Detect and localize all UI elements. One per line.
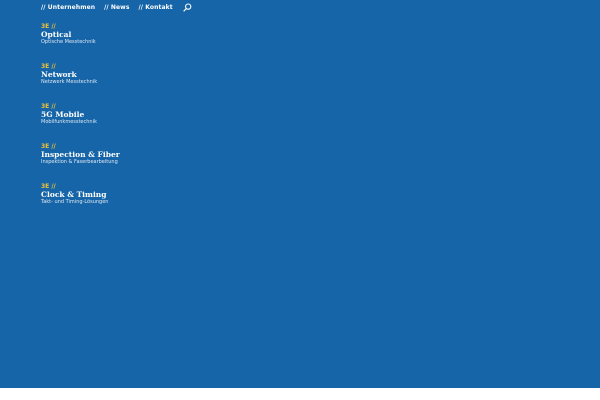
menu-item-inspection-fiber[interactable]: 3E // Inspection & Fiber Inspektion & Fa… [41, 143, 120, 183]
menu-item-tag: 3E // [41, 23, 56, 30]
menu-item-optical[interactable]: 3E // Optical Optische Messtechnik [41, 23, 120, 63]
menu-item-tag: 3E // [41, 183, 56, 190]
menu-item-title: Network [41, 70, 77, 79]
nav-link-news[interactable]: // News [104, 4, 129, 11]
search-icon[interactable] [183, 2, 192, 12]
menu-item-subtitle: Optische Messtechnik [41, 39, 96, 45]
menu-item-title: 5G Mobile [41, 110, 85, 119]
product-menu: 3E // Optical Optische Messtechnik 3E //… [41, 23, 120, 223]
menu-item-title: Clock & Timing [41, 190, 107, 199]
menu-item-clock-timing[interactable]: 3E // Clock & Timing Takt- und Timing-Lö… [41, 183, 120, 223]
menu-item-network[interactable]: 3E // Network Netzwerk Messtechnik [41, 63, 120, 103]
page-background: // Unternehmen // News // Kontakt 3E // … [0, 0, 600, 388]
menu-item-tag: 3E // [41, 143, 56, 150]
nav-link-kontakt[interactable]: // Kontakt [139, 4, 173, 11]
menu-item-tag: 3E // [41, 63, 56, 70]
menu-item-title: Inspection & Fiber [41, 150, 120, 159]
menu-item-subtitle: Inspektion & Faserbearbeitung [41, 159, 118, 165]
menu-item-title: Optical [41, 30, 72, 39]
menu-item-subtitle: Mobilfunkmesstechnik [41, 119, 97, 125]
menu-item-subtitle: Netzwerk Messtechnik [41, 79, 98, 85]
menu-item-5g-mobile[interactable]: 3E // 5G Mobile Mobilfunkmesstechnik [41, 103, 120, 143]
nav-link-unternehmen[interactable]: // Unternehmen [41, 4, 95, 11]
menu-item-tag: 3E // [41, 103, 56, 110]
top-navigation: // Unternehmen // News // Kontakt [41, 2, 192, 12]
menu-item-subtitle: Takt- und Timing-Lösungen [41, 199, 109, 205]
